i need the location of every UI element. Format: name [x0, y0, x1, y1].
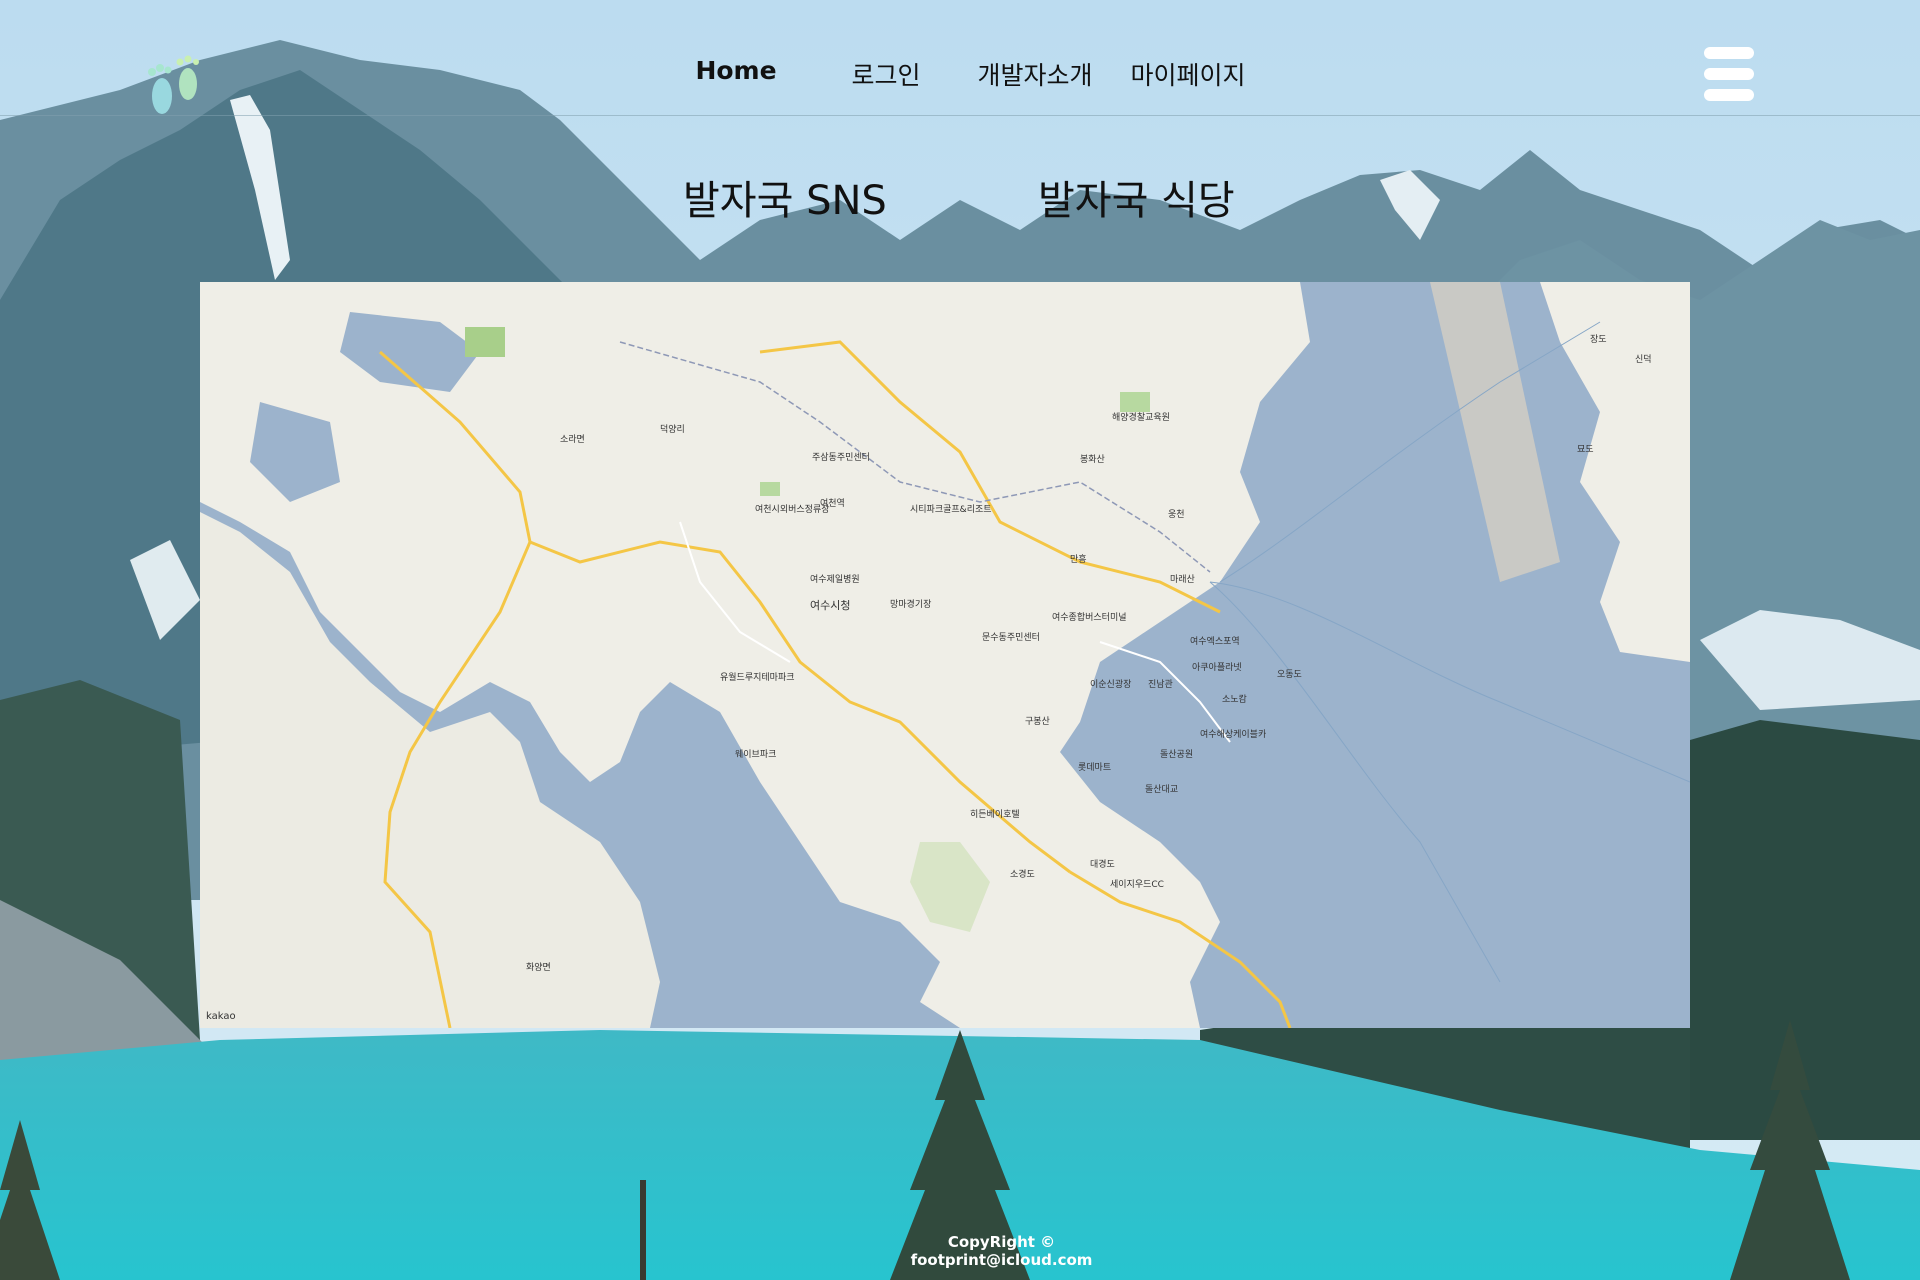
- site-header: Home 로그인 개발자소개 마이페이지: [0, 0, 1920, 116]
- map-label: 이순신광장: [1090, 680, 1132, 690]
- tab-footprint-sns[interactable]: 발자국 SNS: [683, 168, 893, 224]
- map-attribution: kakao: [206, 1011, 236, 1022]
- nav-home[interactable]: Home: [690, 56, 782, 92]
- map-label: 주삼동주민센터: [812, 453, 870, 463]
- map-label: 롯데마트: [1078, 763, 1112, 773]
- map-label: 망마경기장: [890, 600, 932, 610]
- map-label: 구봉산: [1025, 717, 1050, 727]
- map-label: 여수종합버스터미널: [1052, 613, 1127, 623]
- map-label: 봉화산: [1080, 455, 1105, 465]
- kakao-map[interactable]: 여수시청 여수제일병원 여천역 여천시외버스정류장 주삼동주민센터 문수동주민센…: [200, 282, 1690, 1028]
- tab-footprint-restaurant[interactable]: 발자국 식당: [1038, 168, 1238, 224]
- map-label: 해양경찰교육원: [1112, 413, 1170, 423]
- map-label: 히든베이호텔: [970, 810, 1020, 820]
- map-label: 여수해상케이블카: [1200, 730, 1267, 740]
- map-label: 신덕: [1635, 355, 1652, 365]
- map-label: 여수제일병원: [810, 575, 860, 585]
- map-label: 돌산대교: [1145, 785, 1179, 795]
- hamburger-line: [1704, 89, 1754, 101]
- map-label: 여천시외버스정류장: [755, 505, 830, 515]
- map-label: 웨이브파크: [735, 750, 777, 760]
- map-label: 진남관: [1148, 680, 1173, 690]
- map-label: 여수시청: [810, 599, 851, 612]
- map-label: 장도: [1590, 335, 1607, 345]
- map-label: 만흥: [1070, 555, 1087, 565]
- map-label: 대경도: [1090, 860, 1115, 870]
- map-label: 소경도: [1010, 870, 1035, 880]
- hamburger-line: [1704, 47, 1754, 59]
- map-label: 화양면: [526, 963, 551, 973]
- footer-copyright: CopyRight © footprint@icloud.com: [910, 1233, 1093, 1269]
- nav-login[interactable]: 로그인: [848, 56, 924, 92]
- nav-developer-intro[interactable]: 개발자소개: [976, 56, 1094, 92]
- hamburger-menu-icon[interactable]: [1704, 47, 1754, 103]
- footprint-logo-svg: [148, 55, 199, 114]
- map-label: 마래산: [1170, 575, 1195, 585]
- footprint-icon[interactable]: [138, 50, 210, 122]
- map-label: 묘도: [1577, 445, 1594, 455]
- map-label: 시티파크골프&리조트: [910, 505, 992, 515]
- map-label: 아쿠아플라넷: [1192, 663, 1242, 673]
- map-label: 덕양리: [660, 425, 685, 435]
- map-tiles: [200, 282, 1690, 1028]
- map-label: 세이지우드CC: [1110, 880, 1164, 890]
- nav-mypage[interactable]: 마이페이지: [1126, 56, 1250, 92]
- hamburger-line: [1704, 68, 1754, 80]
- map-label: 웅천: [1168, 510, 1185, 520]
- map-label: 돌산공원: [1160, 750, 1194, 760]
- map-label: 오동도: [1277, 670, 1302, 680]
- map-label: 문수동주민센터: [982, 633, 1040, 643]
- map-label: 여수엑스포역: [1190, 637, 1240, 647]
- map-label: 유월드루지테마파크: [720, 673, 795, 683]
- map-label: 소노캄: [1222, 695, 1247, 705]
- map-label: 소라면: [560, 435, 585, 445]
